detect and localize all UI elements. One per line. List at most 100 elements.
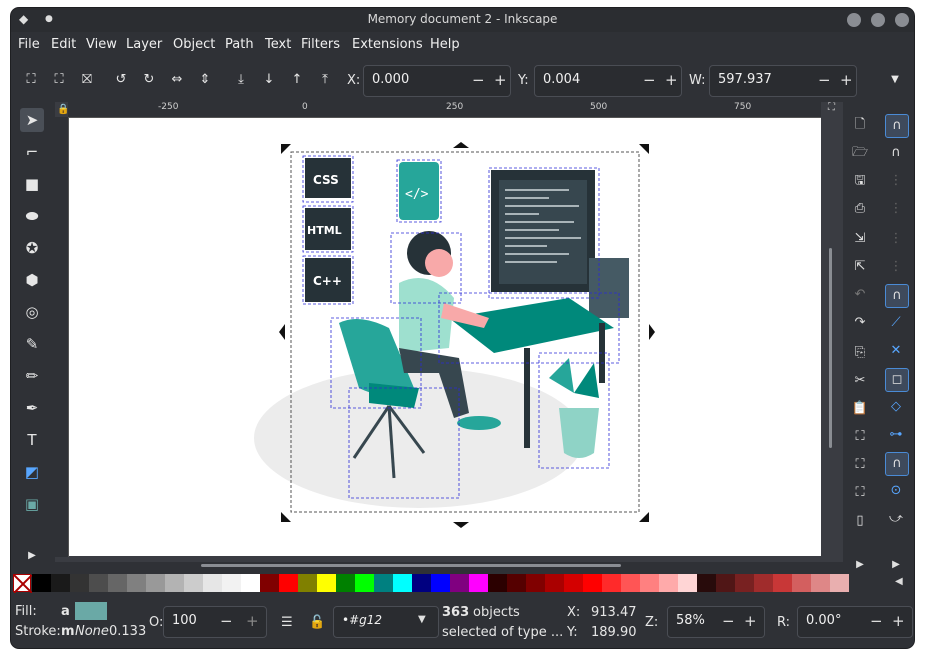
copy-icon[interactable]: ⎘	[849, 342, 871, 364]
x-field[interactable]: 0.000 − +	[363, 65, 511, 97]
palette-swatch[interactable]	[32, 574, 51, 592]
selector-tool-icon[interactable]: ➤	[20, 108, 44, 132]
snap-nodes-icon[interactable]: ∩	[885, 284, 909, 308]
palette-swatch[interactable]	[450, 574, 469, 592]
palette-swatch[interactable]	[488, 574, 507, 592]
snap-midpoints-icon[interactable]: ⊶	[885, 424, 907, 446]
palette-swatch[interactable]	[260, 574, 279, 592]
raise-to-top-icon[interactable]: ⤒	[317, 72, 333, 88]
palette-swatch[interactable]	[716, 574, 735, 592]
palette-swatch[interactable]	[811, 574, 830, 592]
spiral-tool-icon[interactable]: ◎	[20, 300, 44, 324]
rotation-field[interactable]: 0.00° − +	[797, 606, 913, 638]
opacity-field[interactable]: 100 − +	[163, 606, 267, 638]
artwork-illustration[interactable]: CSS HTML C++ </>	[69, 118, 821, 556]
undo-icon[interactable]: ↶	[849, 284, 871, 306]
palette-swatch[interactable]	[298, 574, 317, 592]
zoom-field[interactable]: 58% − +	[667, 606, 765, 638]
ellipse-tool-icon[interactable]: ⬬	[20, 204, 44, 228]
menu-text[interactable]: Text	[265, 37, 291, 52]
snap-bbox-midpoints-icon[interactable]: ⋮	[885, 228, 907, 250]
calligraphy-tool-icon[interactable]: ✒	[20, 396, 44, 420]
layers-menu-icon[interactable]: ☰	[281, 615, 293, 630]
snap-others-icon[interactable]: ∩	[885, 452, 909, 476]
deselect-icon[interactable]: ⛝	[79, 72, 95, 88]
palette-swatch[interactable]	[184, 574, 203, 592]
zoom-decrement[interactable]: −	[722, 612, 735, 630]
snap-paths-icon[interactable]: ⟋	[885, 312, 907, 334]
commands-more-icon[interactable]: ▶	[849, 554, 871, 576]
palette-swatch[interactable]	[108, 574, 127, 592]
raise-icon[interactable]: ↑	[289, 72, 305, 88]
snap-toggle-icon[interactable]: ∩	[885, 114, 909, 138]
palette-swatch[interactable]	[70, 574, 89, 592]
palette-swatch[interactable]	[146, 574, 165, 592]
opacity-decrement[interactable]: −	[220, 612, 233, 630]
palette-swatch[interactable]	[374, 574, 393, 592]
palette-menu-icon[interactable]: ◀	[895, 576, 903, 587]
palette-swatch[interactable]	[697, 574, 716, 592]
document-properties-icon[interactable]: ▯	[849, 510, 871, 532]
menu-file[interactable]: File	[18, 37, 40, 52]
vertical-scrollbar[interactable]	[829, 248, 832, 448]
palette-swatch[interactable]	[469, 574, 488, 592]
snap-centers-icon[interactable]: ⊙	[885, 480, 907, 502]
print-icon[interactable]: ⎙	[849, 198, 871, 220]
menu-path[interactable]: Path	[225, 37, 254, 52]
menu-view[interactable]: View	[86, 37, 117, 52]
w-field[interactable]: 597.937 − +	[709, 65, 857, 97]
w-increment[interactable]: +	[840, 71, 853, 89]
zoom-page-icon[interactable]: ⛶	[849, 482, 871, 504]
menu-filters[interactable]: Filters	[301, 37, 340, 52]
palette-swatch[interactable]	[507, 574, 526, 592]
snap-cusp-nodes-icon[interactable]: ◻	[885, 368, 909, 392]
zoom-increment[interactable]: +	[744, 612, 757, 630]
mesh-tool-icon[interactable]: ▣	[20, 492, 44, 516]
select-all-icon[interactable]: ⛶	[23, 72, 39, 88]
select-all-layers-icon[interactable]: ⛶	[51, 72, 67, 88]
flip-vertical-icon[interactable]: ⇕	[197, 72, 213, 88]
palette-swatch[interactable]	[659, 574, 678, 592]
palette-swatch[interactable]	[412, 574, 431, 592]
palette-swatch[interactable]	[583, 574, 602, 592]
menu-edit[interactable]: Edit	[51, 37, 76, 52]
y-decrement[interactable]: −	[643, 71, 656, 89]
paste-icon[interactable]: 📋	[849, 398, 871, 420]
pencil-tool-icon[interactable]: ✏	[20, 364, 44, 388]
zoom-selection-icon[interactable]: ⛶	[849, 426, 871, 448]
gradient-tool-icon[interactable]: ◩	[20, 460, 44, 484]
snap-bbox-edges-icon[interactable]: ⋮	[885, 170, 907, 192]
layer-dropdown[interactable]: •#g12 ▼	[333, 606, 439, 638]
import-icon[interactable]: ⇲	[849, 228, 871, 250]
lock-guides-icon[interactable]: 🔒	[57, 104, 69, 115]
canvas-page[interactable]: CSS HTML C++ </>	[69, 118, 821, 556]
snap-bbox-corners-icon[interactable]: ⋮	[885, 198, 907, 220]
horizontal-scrollbar[interactable]	[201, 564, 621, 567]
open-icon[interactable]: 🗁	[849, 142, 871, 164]
close-button[interactable]	[895, 13, 909, 27]
palette-swatch[interactable]	[393, 574, 412, 592]
menu-layer[interactable]: Layer	[126, 37, 162, 52]
snap-more-icon[interactable]: ▶	[885, 554, 907, 576]
rotation-increment[interactable]: +	[892, 612, 905, 630]
palette-swatch[interactable]	[51, 574, 70, 592]
palette-swatch[interactable]	[127, 574, 146, 592]
layer-lock-icon[interactable]: 🔓	[309, 615, 325, 630]
palette-swatch[interactable]	[89, 574, 108, 592]
snap-bbox-centers-icon[interactable]: ⋮	[885, 256, 907, 278]
3d-box-tool-icon[interactable]: ⬢	[20, 268, 44, 292]
palette-swatch[interactable]	[165, 574, 184, 592]
export-icon[interactable]: ⇱	[849, 256, 871, 278]
palette-swatch[interactable]	[355, 574, 374, 592]
palette-swatch[interactable]	[621, 574, 640, 592]
maximize-button[interactable]	[871, 13, 885, 27]
cut-icon[interactable]: ✂	[849, 370, 871, 392]
palette-swatch[interactable]	[336, 574, 355, 592]
snap-intersections-icon[interactable]: ✕	[885, 340, 907, 362]
zoom-drawing-icon[interactable]: ⛶	[849, 454, 871, 476]
opacity-increment[interactable]: +	[246, 612, 259, 630]
zoom-fit-icon[interactable]: ⛶	[828, 102, 835, 113]
rectangle-tool-icon[interactable]: ■	[20, 172, 44, 196]
overflow-chevron-down-icon[interactable]: ▼	[887, 72, 903, 88]
palette-swatch[interactable]	[222, 574, 241, 592]
